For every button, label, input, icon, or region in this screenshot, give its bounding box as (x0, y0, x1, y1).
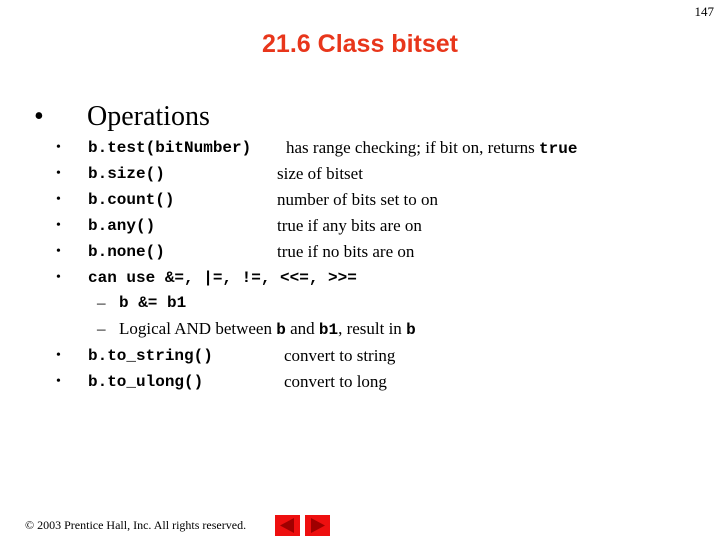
item-description: convert to long (284, 372, 387, 391)
text-part: , result in (338, 319, 407, 338)
item-description: number of bits set to on (277, 190, 439, 209)
item-code: b.size() (88, 165, 165, 183)
text-part: Logical AND between (119, 319, 277, 338)
page-number: 147 (694, 4, 715, 19)
triangle-right-icon (311, 518, 325, 533)
next-slide-button[interactable] (305, 515, 330, 536)
code-part: b (406, 321, 416, 339)
item-description: size of bitset (277, 164, 363, 183)
bullet-icon: • (34, 101, 44, 132)
bullet-icon: • (56, 374, 61, 389)
bullet-icon: • (56, 244, 61, 259)
triangle-left-icon (280, 518, 294, 533)
item-code: b.to_ulong() (88, 373, 204, 391)
text-part: and (285, 319, 319, 338)
slide-title-text: 21.6 Class bitset (262, 30, 458, 58)
copyright-notice: © 2003 Prentice Hall, Inc. All rights re… (25, 518, 247, 532)
item-description: true if no bits are on (277, 242, 415, 261)
bullet-icon: • (56, 348, 61, 363)
item-description: true if any bits are on (277, 216, 422, 235)
code-part: b1 (318, 321, 339, 339)
previous-slide-button[interactable] (275, 515, 300, 536)
main-bullet-label: Operations (87, 101, 210, 132)
item-description: has range checking; if bit on, returns t… (286, 136, 577, 161)
bullet-icon: • (56, 192, 61, 207)
description-code: true (539, 140, 578, 158)
item-code: b.any() (88, 217, 156, 235)
slide-title: 21.6 Class bitset (0, 30, 720, 59)
bullet-icon: • (56, 140, 61, 155)
bullet-icon: • (56, 270, 61, 285)
description-text: has range checking; if bit on, returns (286, 138, 540, 157)
item-code: can use &=, |=, !=, <<=, >>= (88, 269, 357, 287)
bullet-icon: • (56, 218, 61, 233)
item-code: b.none() (88, 243, 165, 261)
item-code: b.test(bitNumber) (88, 139, 252, 157)
code-part: b (276, 321, 286, 339)
item-description: convert to string (284, 346, 396, 365)
dash-icon: – (97, 293, 106, 312)
item-code: b.count() (88, 191, 175, 209)
bullet-icon: • (56, 166, 61, 181)
item-code: b.to_string() (88, 347, 213, 365)
dash-icon: – (97, 319, 106, 338)
sub-item-code: b &= b1 (119, 294, 187, 312)
sub-item-text: Logical AND between b and b1, result in … (119, 317, 416, 342)
